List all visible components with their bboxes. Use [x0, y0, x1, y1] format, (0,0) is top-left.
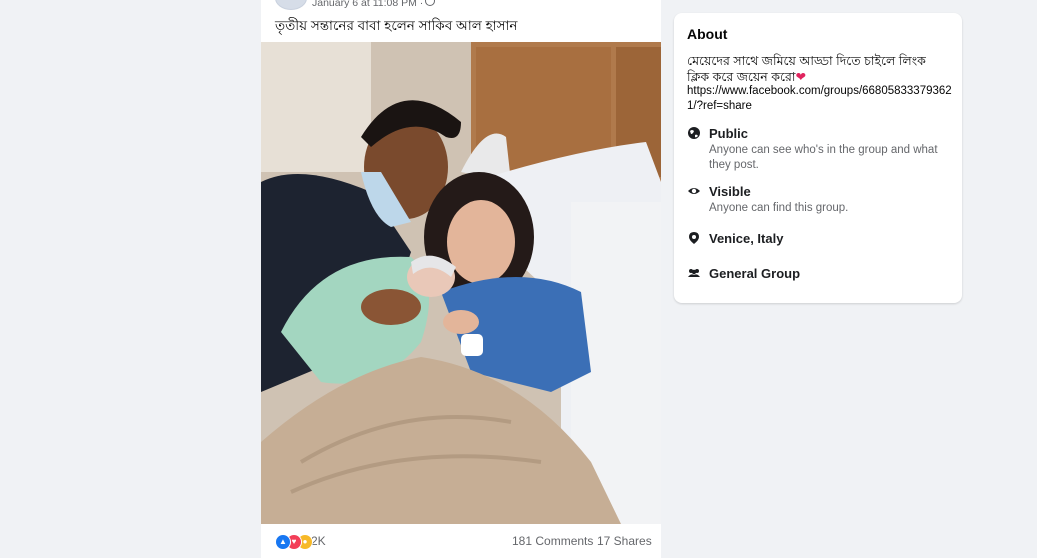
privacy-public-row: Public Anyone can see who's in the group… — [687, 126, 957, 172]
shares-count[interactable]: 17 Shares — [597, 534, 652, 548]
post-header: January 6 at 11:08 PM · তৃতীয় সন্তানের … — [261, 0, 661, 42]
group-type-row: General Group — [687, 266, 957, 284]
post-timestamp[interactable]: January 6 at 11:08 PM · — [312, 0, 423, 9]
visible-subtitle: Anyone can find this group. — [709, 202, 849, 214]
reaction-count[interactable]: 2K — [311, 534, 326, 548]
post-card: January 6 at 11:08 PM · তৃতীয় সন্তানের … — [261, 0, 661, 558]
visible-title: Visible — [709, 184, 751, 199]
location-text[interactable]: Venice, Italy — [709, 231, 783, 246]
comments-count[interactable]: 181 Comments — [512, 534, 593, 548]
about-card: About মেয়েদের সাথে জমিয়ে আড্ডা দিতে চা… — [674, 13, 962, 303]
heart-icon: ❤ — [795, 70, 806, 84]
public-subtitle: Anyone can see who's in the group and wh… — [709, 144, 938, 171]
post-photo[interactable] — [261, 42, 661, 524]
about-description-text: মেয়েদের সাথে জমিয়ে আড্ডা দিতে চাইলে লি… — [687, 54, 926, 84]
globe-icon — [425, 0, 435, 6]
like-icon: ▲ — [275, 534, 291, 550]
location-row: Venice, Italy — [687, 231, 957, 249]
about-title: About — [687, 26, 728, 42]
post-text: তৃতীয় সন্তানের বাবা হলেন সাকিব আল হাসান — [275, 18, 518, 33]
post-footer: ▲ ♥ ● 2K 181 Comments 17 Shares — [261, 524, 661, 558]
group-link[interactable]: https://www.facebook.com/groups/66805833… — [687, 84, 952, 114]
people-icon — [688, 269, 700, 277]
group-type: General Group — [709, 266, 801, 281]
globe-icon — [688, 127, 700, 139]
group-avatar[interactable] — [275, 0, 307, 10]
about-description: মেয়েদের সাথে জমিয়ে আড্ডা দিতে চাইলে লি… — [687, 53, 949, 85]
visible-row: Visible Anyone can find this group. — [687, 184, 957, 216]
public-title: Public — [709, 126, 749, 141]
eye-icon — [688, 188, 700, 194]
location-pin-icon — [689, 232, 699, 244]
